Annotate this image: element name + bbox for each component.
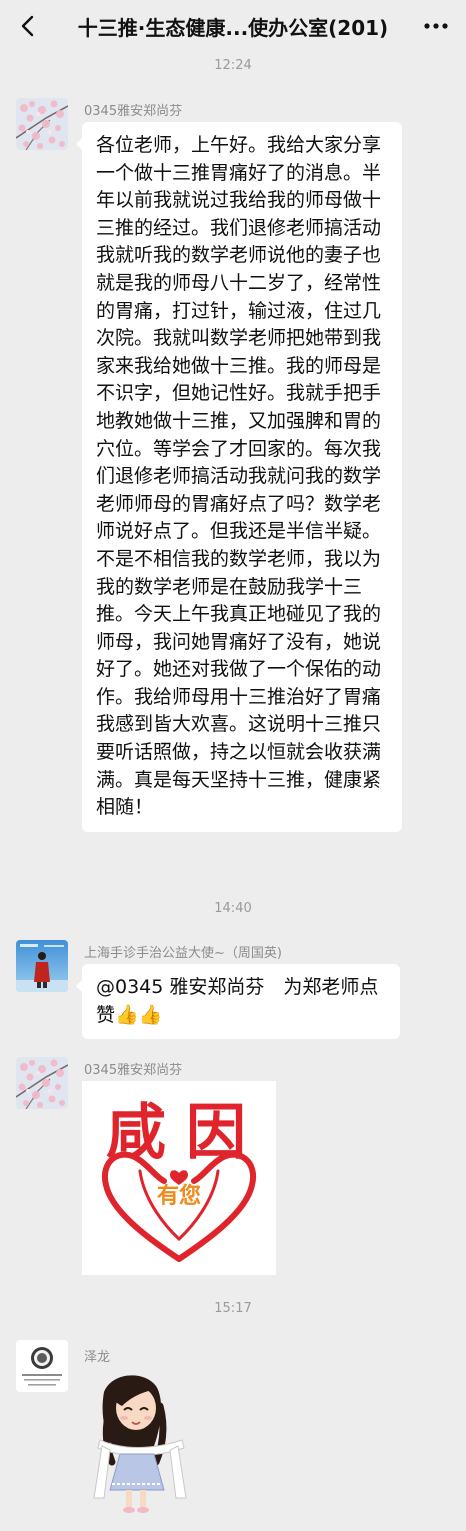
cherry-blossom-avatar-icon: [16, 98, 68, 150]
timestamp: 15:17: [214, 1301, 252, 1316]
avatar[interactable]: [16, 1340, 68, 1392]
sender-name: 0345雅安郑尚芬: [84, 104, 183, 119]
avatar[interactable]: [16, 98, 68, 150]
avatar[interactable]: [16, 940, 68, 992]
message-bubble[interactable]: @0345 雅安郑尚芬 为郑老师点赞👍👍: [76, 964, 400, 1040]
cartoon-girl-bowing-icon: [93, 1375, 187, 1513]
avatar[interactable]: [16, 1057, 68, 1109]
sticker-cartoon-girl[interactable]: [82, 1366, 202, 1518]
sticker-char-left: 咸: [106, 1098, 166, 1168]
sticker-thanks[interactable]: 咸 因 有您: [82, 1081, 276, 1275]
sticker-char-right: 因: [186, 1098, 246, 1168]
sender-name: 泽龙: [84, 1350, 111, 1365]
timestamp: 12:24: [214, 58, 252, 73]
sender-name: 上海手诊手治公益大使~（周国英): [84, 946, 282, 961]
timestamp: 14:40: [214, 901, 252, 916]
heart-thanks-sticker-icon: 咸 因 有您: [101, 1098, 257, 1262]
more-button[interactable]: [418, 10, 454, 42]
emblem-avatar-icon: [16, 1340, 68, 1392]
person-photo-avatar-icon: [16, 940, 68, 992]
chat-header: 十三推·生态健康...使办公室(201): [0, 0, 466, 52]
cherry-blossom-avatar-icon: [16, 1057, 68, 1109]
message-bubble[interactable]: 各位老师，上午好。我给大家分享一个做十三推胃痛好了的消息。半年以前我就说过我给我…: [76, 122, 402, 832]
back-button[interactable]: [12, 10, 44, 42]
sender-name: 0345雅安郑尚芬: [84, 1063, 183, 1078]
sticker-caption: 有您: [157, 1183, 201, 1209]
chat-title: 十三推·生态健康...使办公室(201): [77, 15, 389, 40]
more-dots-icon: [424, 23, 448, 29]
chevron-left-icon: [21, 15, 34, 37]
